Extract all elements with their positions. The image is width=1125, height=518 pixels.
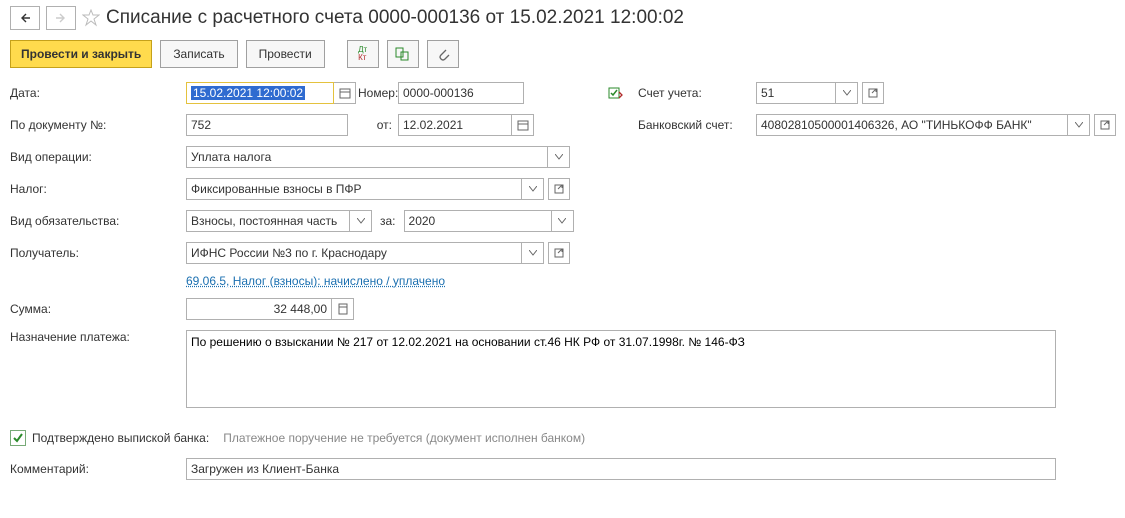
comment-label: Комментарий:	[10, 462, 186, 476]
chevron-down-icon	[529, 250, 537, 256]
attachments-button[interactable]	[427, 40, 459, 68]
create-based-on-icon	[395, 47, 411, 61]
bank-account-label: Банковский счет:	[638, 118, 756, 132]
account-open-button[interactable]	[862, 82, 884, 104]
chevron-down-icon	[1075, 122, 1083, 128]
recipient-input[interactable]: ИФНС России №3 по г. Краснодару	[186, 242, 522, 264]
arrow-right-icon	[55, 13, 67, 23]
accounting-link[interactable]: 69.06.5, Налог (взносы): начислено / упл…	[186, 274, 445, 288]
chevron-down-icon	[558, 218, 566, 224]
bank-account-dropdown-button[interactable]	[1068, 114, 1090, 136]
calendar-icon	[517, 119, 529, 131]
recipient-open-button[interactable]	[548, 242, 570, 264]
for-label: за:	[372, 214, 404, 228]
account-dropdown-button[interactable]	[836, 82, 858, 104]
open-icon	[554, 184, 564, 194]
number-label: Номер:	[356, 86, 398, 100]
dtkt-button[interactable]: ДтКт	[347, 40, 379, 68]
dtkt-icon: ДтКт	[358, 46, 367, 62]
open-icon	[554, 248, 564, 258]
op-type-input[interactable]: Уплата налога	[186, 146, 548, 168]
confirmed-checkbox[interactable]	[10, 430, 26, 446]
confirmed-hint: Платежное поручение не требуется (докуме…	[223, 431, 585, 445]
open-icon	[1100, 120, 1110, 130]
number-input[interactable]: 0000-000136	[398, 82, 524, 104]
date-label: Дата:	[10, 86, 186, 100]
arrow-left-icon	[19, 13, 31, 23]
account-input[interactable]: 51	[756, 82, 836, 104]
bank-account-input[interactable]: 40802810500001406326, АО "ТИНЬКОФФ БАНК"	[756, 114, 1068, 136]
obligation-label: Вид обязательства:	[10, 214, 186, 228]
calendar-icon	[339, 87, 351, 99]
recipient-label: Получатель:	[10, 246, 186, 260]
confirmed-label: Подтверждено выпиской банка:	[32, 431, 209, 445]
nav-back-button[interactable]	[10, 6, 40, 30]
by-doc-input[interactable]: 752	[186, 114, 348, 136]
save-button[interactable]: Записать	[160, 40, 237, 68]
tax-dropdown-button[interactable]	[522, 178, 544, 200]
date-picker-button[interactable]	[334, 82, 356, 104]
date-input[interactable]: 15.02.2021 12:00:02	[186, 82, 334, 104]
bank-account-open-button[interactable]	[1094, 114, 1116, 136]
chevron-down-icon	[555, 154, 563, 160]
nav-forward-button[interactable]	[46, 6, 76, 30]
post-and-close-button[interactable]: Провести и закрыть	[10, 40, 152, 68]
comment-input[interactable]: Загружен из Клиент-Банка	[186, 458, 1056, 480]
checkmark-icon	[12, 432, 24, 444]
from-label: от:	[356, 118, 398, 132]
page-title: Списание с расчетного счета 0000-000136 …	[106, 7, 684, 29]
obligation-dropdown-button[interactable]	[350, 210, 372, 232]
chevron-down-icon	[529, 186, 537, 192]
post-button[interactable]: Провести	[246, 40, 325, 68]
create-based-on-button[interactable]	[387, 40, 419, 68]
by-doc-label: По документу №:	[10, 118, 186, 132]
op-type-label: Вид операции:	[10, 150, 186, 164]
from-date-picker-button[interactable]	[512, 114, 534, 136]
year-dropdown-button[interactable]	[552, 210, 574, 232]
from-date-input[interactable]: 12.02.2021	[398, 114, 512, 136]
open-icon	[868, 88, 878, 98]
sum-input[interactable]: 32 448,00	[186, 298, 332, 320]
status-icon	[608, 86, 638, 100]
recipient-dropdown-button[interactable]	[522, 242, 544, 264]
year-input[interactable]: 2020	[404, 210, 552, 232]
favorite-star-icon[interactable]	[82, 9, 100, 27]
tax-input[interactable]: Фиксированные взносы в ПФР	[186, 178, 522, 200]
purpose-textarea[interactable]	[186, 330, 1056, 408]
calculator-icon	[338, 303, 348, 315]
obligation-input[interactable]: Взносы, постоянная часть	[186, 210, 350, 232]
chevron-down-icon	[843, 90, 851, 96]
account-label: Счет учета:	[638, 86, 756, 100]
chevron-down-icon	[357, 218, 365, 224]
paperclip-icon	[436, 47, 450, 61]
purpose-label: Назначение платежа:	[10, 330, 186, 344]
calculator-button[interactable]	[332, 298, 354, 320]
tax-label: Налог:	[10, 182, 186, 196]
op-type-dropdown-button[interactable]	[548, 146, 570, 168]
sum-label: Сумма:	[10, 302, 186, 316]
tax-open-button[interactable]	[548, 178, 570, 200]
